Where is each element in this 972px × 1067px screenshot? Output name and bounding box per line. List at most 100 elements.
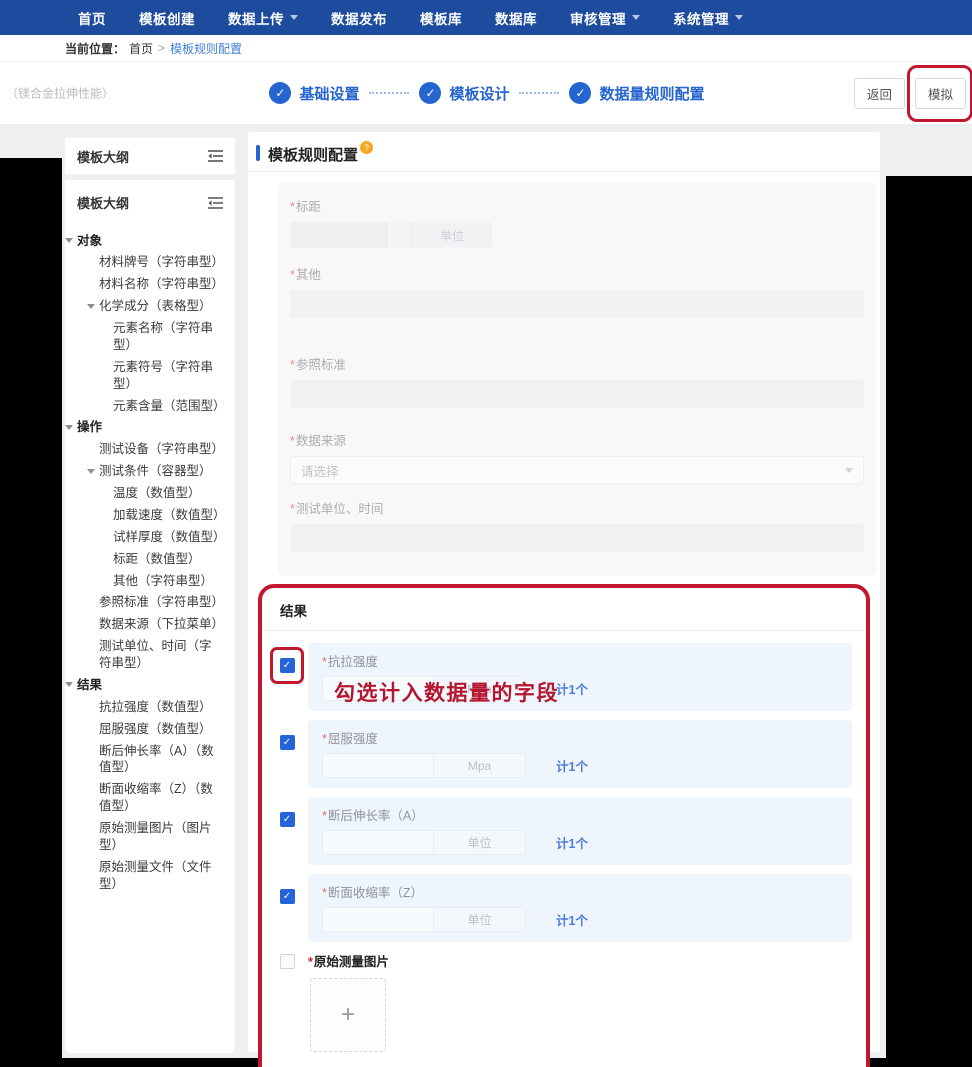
nav-item-6[interactable]: 审核管理 (570, 8, 640, 28)
step-connector (369, 92, 409, 94)
plus-icon: + (341, 1001, 355, 1029)
text-input[interactable] (290, 380, 864, 408)
tree-item[interactable]: 材料牌号（字符串型） (65, 252, 229, 274)
tree-item[interactable]: 化学成分（表格型） (65, 296, 229, 318)
tree-item-label: 操作 (77, 420, 102, 434)
field-label: *其他 (290, 264, 864, 283)
chevron-down-icon (290, 15, 298, 20)
tree-item-label: 其他（字符串型） (113, 574, 213, 588)
row-checkbox[interactable]: ✓ (280, 735, 295, 750)
tree-item[interactable]: 抗拉强度（数值型） (65, 696, 229, 718)
nav-item-7[interactable]: 系统管理 (673, 8, 743, 28)
sidebar-title: 模板大纲 (77, 147, 129, 166)
step-3[interactable]: ✓数据量规则配置 (569, 82, 704, 104)
nav-item-5[interactable]: 数据库 (495, 8, 537, 28)
result-field-label-text: 断面收缩率（Z） (328, 886, 423, 900)
tree-item[interactable]: 元素含量（范围型） (65, 395, 229, 417)
black-margin-left (0, 158, 62, 1067)
result-row: ✓*断面收缩率（Z）单位计1个 (266, 874, 856, 942)
menu-fold-icon[interactable] (208, 197, 223, 209)
caret-down-icon (87, 469, 95, 474)
tree-item[interactable]: 加载速度（数值型） (65, 504, 229, 526)
tree-item[interactable]: 元素名称（字符串型） (65, 318, 229, 357)
caret-down-icon (65, 425, 73, 430)
tree-item[interactable]: 数据来源（下拉菜单） (65, 614, 229, 636)
unit-select[interactable]: 单位 (412, 222, 492, 248)
text-input[interactable] (290, 524, 864, 552)
tree-item[interactable]: 参照标准（字符串型） (65, 592, 229, 614)
required-star: * (308, 955, 313, 969)
nav-item-label: 首页 (78, 8, 106, 28)
required-star: * (322, 809, 327, 823)
number-input[interactable] (322, 830, 434, 855)
tree-item[interactable]: 其他（字符串型） (65, 570, 229, 592)
step-2[interactable]: ✓模板设计 (419, 82, 509, 104)
tree-item[interactable]: 温度（数值型） (65, 483, 229, 505)
chevron-down-icon (735, 15, 743, 20)
tree-item[interactable]: 测试条件（容器型） (65, 461, 229, 483)
nav-item-label: 数据上传 (228, 8, 284, 28)
tree-item[interactable]: 标距（数值型） (65, 548, 229, 570)
nav-item-1[interactable]: 模板创建 (139, 8, 195, 28)
tree-item-label: 加载速度（数值型） (113, 508, 226, 522)
tree-item[interactable]: 屈服强度（数值型） (65, 718, 229, 740)
tree-item[interactable]: 对象 (65, 230, 229, 252)
menu-fold-icon[interactable] (208, 150, 223, 162)
form-field: *参照标准 (290, 354, 864, 408)
count-badge: 计1个 (556, 833, 588, 852)
image-upload-box[interactable]: + (310, 978, 386, 1052)
nav-item-3[interactable]: 数据发布 (331, 8, 387, 28)
result-row-body: *原始测量图片+ (308, 951, 852, 1056)
field-label: *测试单位、时间 (290, 498, 864, 517)
chevron-down-icon (632, 15, 640, 20)
tree-item[interactable]: 测试设备（字符串型） (65, 439, 229, 461)
field-label: *标距 (290, 196, 864, 215)
help-icon[interactable]: ? (360, 141, 373, 154)
data-source-select[interactable]: 请选择 (290, 456, 864, 484)
number-stepper[interactable] (386, 222, 412, 248)
tree-item[interactable]: 操作 (65, 417, 229, 439)
unit-select[interactable]: 单位 (434, 830, 526, 855)
field-label: *参照标准 (290, 354, 864, 373)
number-input[interactable] (322, 753, 434, 778)
tree-item[interactable]: 原始测量文件（文件型） (65, 856, 229, 895)
result-field-label-text: 屈服强度 (328, 732, 378, 746)
tree-item[interactable]: 原始测量图片（图片型） (65, 818, 229, 857)
step-1[interactable]: ✓基础设置 (269, 82, 359, 104)
number-input[interactable] (322, 907, 434, 932)
unit-select[interactable]: Mpa (434, 753, 526, 778)
result-field-label: *抗拉强度 (322, 651, 838, 670)
result-field-label-text: 抗拉强度 (328, 655, 378, 669)
tree-item-label: 材料牌号（字符串型） (99, 255, 224, 269)
breadcrumb-current-link[interactable]: 模板规则配置 (170, 40, 242, 57)
tree-item-label: 原始测量图片（图片型） (99, 821, 212, 852)
back-button[interactable]: 返回 (854, 78, 905, 109)
nav-item-0[interactable]: 首页 (78, 8, 106, 28)
row-checkbox[interactable]: ✓ (280, 812, 295, 827)
required-star: * (322, 732, 327, 746)
nav-item-2[interactable]: 数据上传 (228, 8, 298, 28)
row-checkbox[interactable]: ✓ (280, 889, 295, 904)
nav-item-label: 模板创建 (139, 8, 195, 28)
result-field-label: *断后伸长率（A） (322, 805, 838, 824)
simulate-button[interactable]: 模拟 (915, 78, 966, 109)
text-input[interactable] (290, 290, 864, 318)
breadcrumb-separator: > (158, 41, 165, 55)
tree-item[interactable]: 试样厚度（数值型） (65, 526, 229, 548)
tree-item[interactable]: 元素符号（字符串型） (65, 356, 229, 395)
tree-item[interactable]: 材料名称（字符串型） (65, 274, 229, 296)
nav-item-4[interactable]: 模板库 (420, 8, 462, 28)
tree-item[interactable]: 测试单位、时间（字符串型） (65, 636, 229, 675)
red-annotation-box-checkbox (270, 647, 304, 684)
step-indicator: ✓基础设置 ✓模板设计 ✓数据量规则配置 (120, 82, 854, 104)
tree-item[interactable]: 断后伸长率（A）（数值型） (65, 740, 229, 779)
row-checkbox[interactable] (280, 954, 295, 969)
form-field: *其他 (290, 264, 864, 318)
number-input[interactable] (290, 222, 386, 248)
header-actions: 返回 模拟 (854, 78, 966, 109)
row-checkbox[interactable]: ✓ (280, 658, 295, 673)
tree-item[interactable]: 断面收缩率（Z）（数值型） (65, 779, 229, 818)
unit-select[interactable]: 单位 (434, 907, 526, 932)
tree-item[interactable]: 结果 (65, 674, 229, 696)
tree-item-label: 参照标准（字符串型） (99, 595, 224, 609)
